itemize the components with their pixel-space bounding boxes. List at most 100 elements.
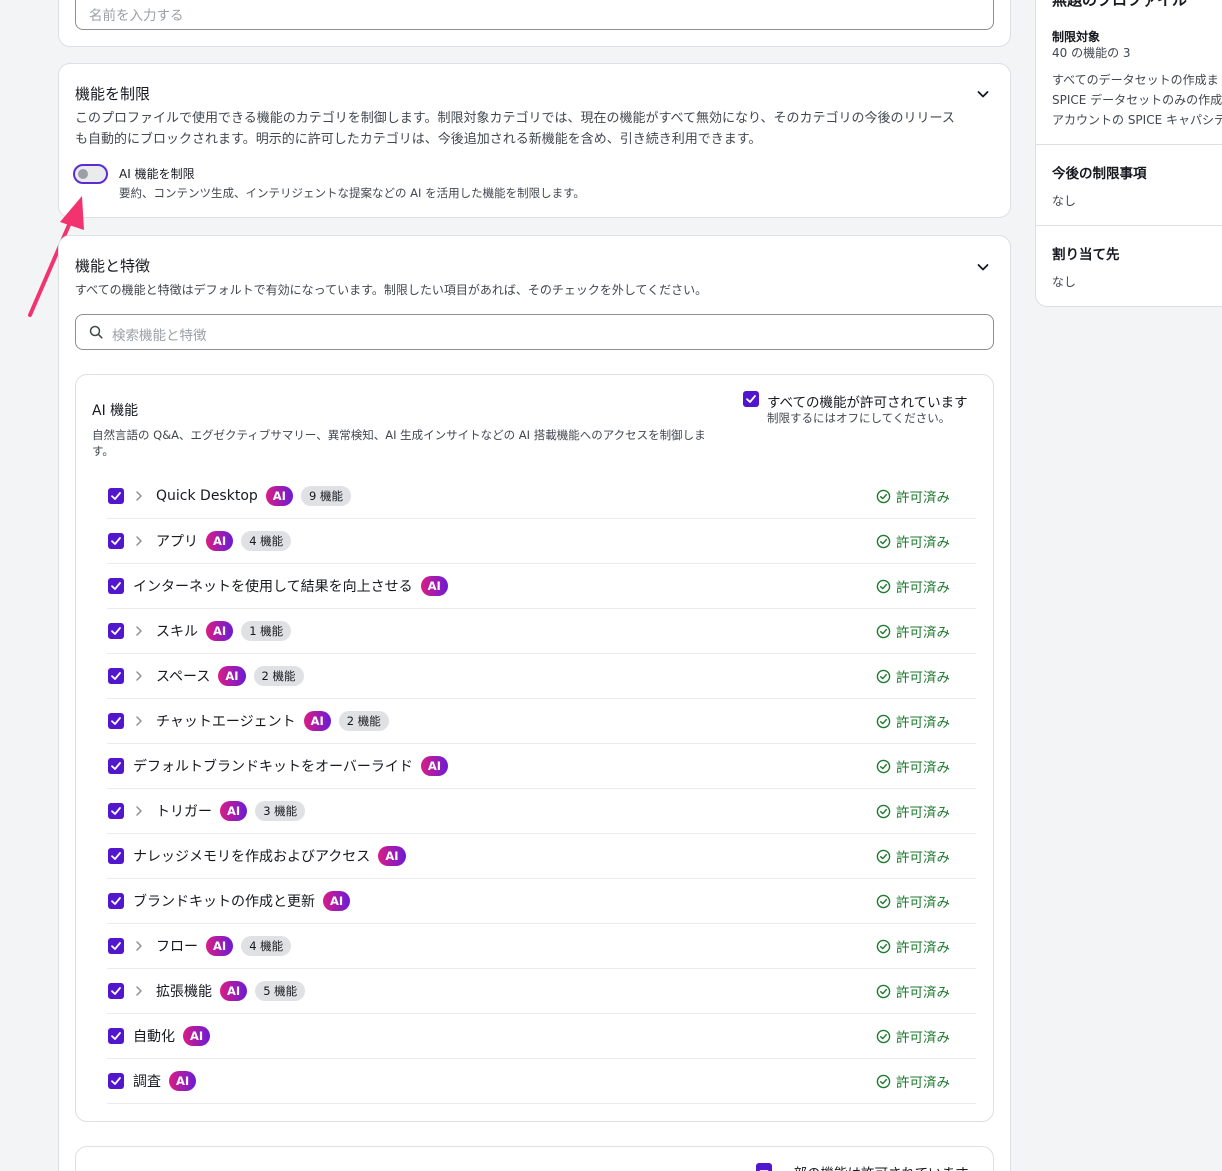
ai-badge: AI: [323, 891, 351, 911]
feature-checkbox[interactable]: [108, 578, 124, 594]
chevron-right-icon[interactable]: [134, 714, 144, 728]
feature-search-placeholder: 検索機能と特徴: [112, 328, 207, 344]
feature-checkbox[interactable]: [108, 848, 124, 864]
name-input[interactable]: [75, 0, 994, 30]
feature-row: スペース AI 2 機能 許可済み: [107, 654, 976, 699]
allowed-status-label: 許可済み: [896, 625, 950, 641]
ai-badge: AI: [303, 711, 331, 731]
chevron-right-icon[interactable]: [134, 489, 144, 503]
feature-checkbox[interactable]: [108, 938, 124, 954]
assigned-to-title: 割り当て先: [1052, 247, 1120, 263]
ai-badge: AI: [265, 486, 293, 506]
feature-label-group: トリガー AI 3 機能: [156, 801, 306, 821]
check-circle-icon: [876, 489, 891, 504]
chevron-right-icon[interactable]: [134, 939, 144, 953]
allowed-status-label: 許可済み: [896, 895, 950, 911]
allowed-status: 許可済み: [876, 1026, 950, 1046]
allowed-status: 許可済み: [876, 1071, 950, 1091]
feature-label-group: ナレッジメモリを作成およびアクセス AI: [133, 846, 406, 866]
name-input-placeholder: 名前を入力する: [89, 8, 184, 24]
restricted-line: すべてのデータセットの作成ま: [1052, 73, 1219, 87]
feature-checkbox[interactable]: [108, 983, 124, 999]
restricted-line: SPICE データセットのみの作成: [1052, 93, 1222, 107]
feature-checkbox[interactable]: [108, 1073, 124, 1089]
chevron-right-icon[interactable]: [134, 624, 144, 638]
restrict-title: 機能を制限: [75, 85, 151, 103]
feature-row: スキル AI 1 機能 許可済み: [107, 609, 976, 654]
ai-badge: AI: [220, 801, 248, 821]
ai-badge: AI: [420, 576, 448, 596]
feature-row: 調査 AI 許可済み: [107, 1059, 976, 1104]
feature-label: Quick Desktop: [156, 488, 258, 504]
ai-card-title: AI 機能: [92, 403, 139, 419]
allowed-status: 許可済み: [876, 846, 950, 866]
allowed-status-label: 許可済み: [896, 850, 950, 866]
sidebar-divider: [1036, 144, 1222, 145]
feature-row: Quick Desktop AI 9 機能 許可済み: [107, 474, 976, 519]
ai-badge: AI: [218, 666, 246, 686]
feature-checkbox[interactable]: [108, 623, 124, 639]
ai-badge: AI: [206, 531, 234, 551]
feature-row: ブランドキットの作成と更新 AI 許可済み: [107, 879, 976, 924]
feature-label: インターネットを使用して結果を向上させる: [133, 579, 413, 595]
toggle-knob: [78, 169, 88, 179]
feature-row: ナレッジメモリを作成およびアクセス AI 許可済み: [107, 834, 976, 879]
feature-count-badge: 3 機能: [255, 801, 306, 821]
feature-row: トリガー AI 3 機能 許可済み: [107, 789, 976, 834]
allowed-status-label: 許可済み: [896, 715, 950, 731]
feature-label: チャットエージェント: [156, 714, 296, 730]
allowed-status: 許可済み: [876, 531, 950, 551]
chevron-down-icon[interactable]: [975, 86, 991, 102]
feature-count-badge: 1 機能: [241, 621, 292, 641]
feature-checkbox[interactable]: [108, 893, 124, 909]
feature-label-group: 調査 AI: [133, 1071, 197, 1091]
all-allowed-hint: 制限するにはオフにしてください。: [767, 411, 951, 425]
feature-checkbox[interactable]: [108, 533, 124, 549]
feature-label-group: ブランドキットの作成と更新 AI: [133, 891, 351, 911]
check-circle-icon: [876, 1029, 891, 1044]
chevron-down-icon[interactable]: [975, 259, 991, 275]
feature-label: デフォルトブランドキットをオーバーライド: [133, 759, 413, 775]
feature-label-group: フロー AI 4 機能: [156, 936, 292, 956]
allowed-status: 許可済み: [876, 936, 950, 956]
allowed-status-label: 許可済み: [896, 985, 950, 1001]
feature-label: スペース: [156, 669, 211, 685]
feature-checkbox[interactable]: [108, 713, 124, 729]
feature-count-badge: 4 機能: [241, 531, 292, 551]
ai-badge: AI: [220, 981, 248, 1001]
future-restrictions-value: なし: [1052, 194, 1077, 208]
restricted-title: 制限対象: [1052, 30, 1101, 44]
all-allowed-checkbox[interactable]: [743, 391, 759, 407]
feature-label-group: インターネットを使用して結果を向上させる AI: [133, 576, 448, 596]
chevron-right-icon[interactable]: [134, 534, 144, 548]
chevron-right-icon[interactable]: [134, 984, 144, 998]
feature-label-group: スペース AI 2 機能: [156, 666, 304, 686]
check-circle-icon: [876, 534, 891, 549]
partial-allowed-checkbox[interactable]: [756, 1163, 772, 1171]
feature-checkbox[interactable]: [108, 488, 124, 504]
allowed-status: 許可済み: [876, 891, 950, 911]
allowed-status-label: 許可済み: [896, 1030, 950, 1046]
feature-label: ブランドキットの作成と更新: [133, 894, 315, 910]
feature-checkbox[interactable]: [108, 758, 124, 774]
chevron-right-icon[interactable]: [134, 669, 144, 683]
ai-card-description-line1: 自然言語の Q&A、エグゼクティブサマリー、異常検知、AI 生成インサイトなどの…: [92, 428, 706, 442]
feature-row: インターネットを使用して結果を向上させる AI 許可済み: [107, 564, 976, 609]
feature-label: フロー: [156, 939, 198, 955]
ai-restrict-description: 要約、コンテンツ生成、インテリジェントな提案などの AI を活用した機能を制限し…: [119, 186, 585, 200]
ai-restrict-toggle[interactable]: [73, 164, 108, 184]
feature-row: チャットエージェント AI 2 機能 許可済み: [107, 699, 976, 744]
feature-checkbox[interactable]: [108, 803, 124, 819]
feature-checkbox[interactable]: [108, 668, 124, 684]
chevron-right-icon[interactable]: [134, 804, 144, 818]
feature-search-input[interactable]: [75, 314, 994, 350]
feature-row: 拡張機能 AI 5 機能 許可済み: [107, 969, 976, 1014]
check-circle-icon: [876, 939, 891, 954]
check-circle-icon: [876, 984, 891, 999]
ai-restrict-label: AI 機能を制限: [119, 167, 195, 181]
restricted-value: 40 の機能の 3: [1052, 46, 1131, 60]
search-icon: [89, 325, 103, 339]
feature-count-badge: 5 機能: [255, 981, 306, 1001]
feature-checkbox[interactable]: [108, 1028, 124, 1044]
allowed-status: 許可済み: [876, 486, 950, 506]
